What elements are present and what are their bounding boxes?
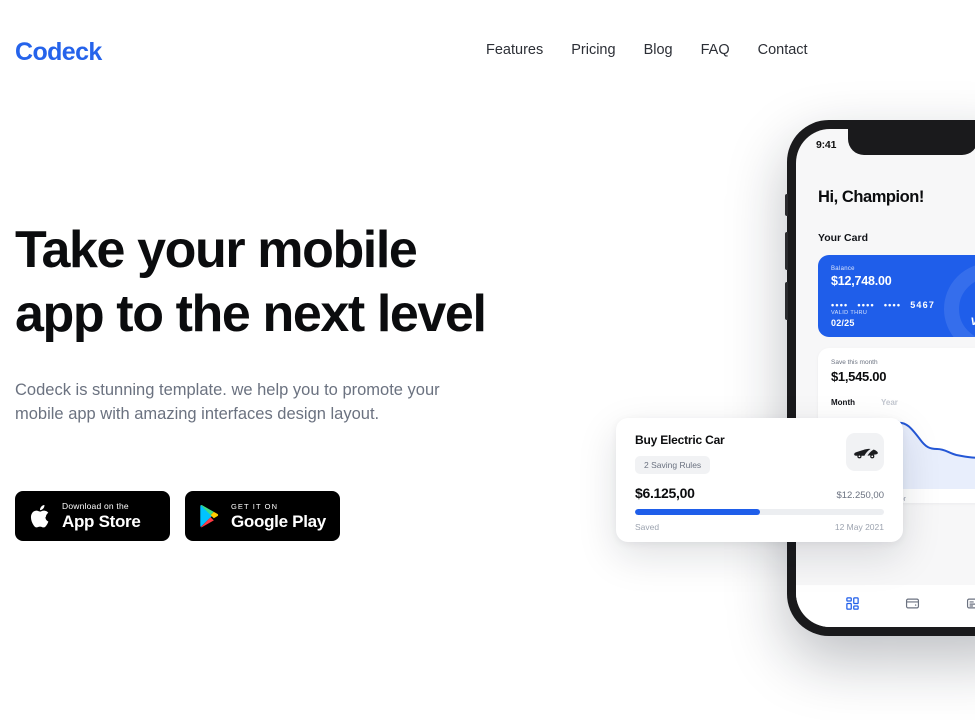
credit-card[interactable]: Balance $12,748.00 •••• •••• •••• 5467 V… bbox=[818, 255, 975, 337]
main-navigation: Features Pricing Blog FAQ Contact bbox=[486, 42, 822, 58]
nav-item-pricing[interactable]: Pricing bbox=[557, 42, 629, 58]
tab-year[interactable]: Year bbox=[881, 398, 898, 407]
google-play-small-label: GET IT ON bbox=[231, 501, 279, 511]
phone-notch bbox=[848, 129, 975, 155]
goal-text-group: Buy Electric Car 2 Saving Rules bbox=[635, 433, 725, 474]
goal-amounts: $6.125,00 $12.250,00 bbox=[635, 485, 884, 501]
dashboard-grid-icon[interactable] bbox=[845, 596, 860, 611]
goal-saved-label: Saved bbox=[635, 522, 660, 532]
card-mask-group-1: •••• bbox=[831, 300, 849, 310]
card-valid-value: 02/25 bbox=[831, 318, 855, 328]
savings-amount: $1,545.00 bbox=[831, 369, 887, 384]
card-mask-group-2: •••• bbox=[857, 300, 875, 310]
landing-page: Codeck Features Pricing Blog FAQ Contact… bbox=[0, 0, 975, 720]
goal-total-amount: $12.250,00 bbox=[836, 490, 884, 501]
goal-header: Buy Electric Car 2 Saving Rules bbox=[635, 433, 884, 474]
page-title: Take your mobile app to the next level bbox=[15, 218, 615, 346]
greeting-row: Hi, Champion! bbox=[818, 188, 975, 207]
card-balance-label: Balance bbox=[831, 266, 855, 272]
app-store-buttons: Download on the App Store GET IT ON Goog… bbox=[15, 491, 340, 541]
app-store-label-group: Download on the App Store bbox=[62, 501, 141, 532]
nav-item-contact[interactable]: Contact bbox=[744, 42, 822, 58]
phone-mockup: 9:41 Hi, Champion! Your Card Balance $12… bbox=[785, 120, 975, 636]
card-last-four: 5467 bbox=[910, 300, 936, 310]
goal-footer: Saved 12 May 2021 bbox=[635, 522, 884, 532]
phone-mute-button bbox=[785, 194, 788, 216]
card-network-logo: VISA bbox=[971, 316, 975, 328]
status-time: 9:41 bbox=[816, 139, 837, 151]
apple-icon bbox=[29, 503, 52, 530]
hero-description: Codeck is stunning template. we help you… bbox=[15, 381, 440, 423]
savings-label: Save this month bbox=[831, 359, 878, 366]
goal-rules-badge: 2 Saving Rules bbox=[635, 456, 711, 474]
phone-volume-up-button bbox=[785, 232, 788, 270]
greeting-text: Hi, Champion! bbox=[818, 188, 924, 206]
tab-month[interactable]: Month bbox=[831, 398, 855, 407]
goal-progress-bar bbox=[635, 509, 884, 515]
card-footer: VALID THRU 02/25 VISA bbox=[831, 310, 975, 328]
goal-progress-fill bbox=[635, 509, 760, 515]
hero-heading-line-1: Take your mobile bbox=[15, 221, 418, 279]
bottom-tab-bar bbox=[796, 585, 975, 627]
your-card-label: Your Card bbox=[818, 232, 868, 244]
card-valid-label: VALID THRU bbox=[831, 310, 868, 316]
car-icon bbox=[846, 433, 884, 471]
google-play-label-group: GET IT ON Google Play bbox=[231, 501, 326, 532]
hero-heading-line-2: app to the next level bbox=[15, 285, 487, 343]
chart-range-tabs: Month Year bbox=[831, 398, 975, 407]
list-document-icon[interactable] bbox=[966, 596, 975, 611]
hero-section: Take your mobile app to the next level C… bbox=[15, 218, 615, 426]
savings-goal-card[interactable]: Buy Electric Car 2 Saving Rules $6.125,0… bbox=[616, 418, 903, 542]
brand-logo[interactable]: Codeck bbox=[15, 38, 102, 67]
nav-item-features[interactable]: Features bbox=[486, 42, 557, 58]
google-play-button[interactable]: GET IT ON Google Play bbox=[185, 491, 340, 541]
app-store-small-label: Download on the bbox=[62, 500, 129, 511]
google-play-big-label: Google Play bbox=[231, 511, 326, 531]
wallet-icon[interactable] bbox=[905, 596, 920, 611]
app-store-button[interactable]: Download on the App Store bbox=[15, 491, 170, 541]
phone-volume-down-button bbox=[785, 282, 788, 320]
nav-item-faq[interactable]: FAQ bbox=[687, 42, 744, 58]
nav-item-blog[interactable]: Blog bbox=[630, 42, 687, 58]
goal-date: 12 May 2021 bbox=[834, 522, 884, 532]
phone-screen: 9:41 Hi, Champion! Your Card Balance $12… bbox=[796, 129, 975, 627]
goal-title: Buy Electric Car bbox=[635, 433, 725, 447]
card-mask-group-3: •••• bbox=[883, 300, 902, 310]
card-valid-group: VALID THRU 02/25 bbox=[831, 310, 867, 328]
app-store-big-label: App Store bbox=[62, 511, 141, 531]
google-play-icon bbox=[199, 504, 221, 528]
goal-current-amount: $6.125,00 bbox=[635, 485, 695, 501]
site-header: Codeck Features Pricing Blog FAQ Contact bbox=[0, 0, 975, 104]
